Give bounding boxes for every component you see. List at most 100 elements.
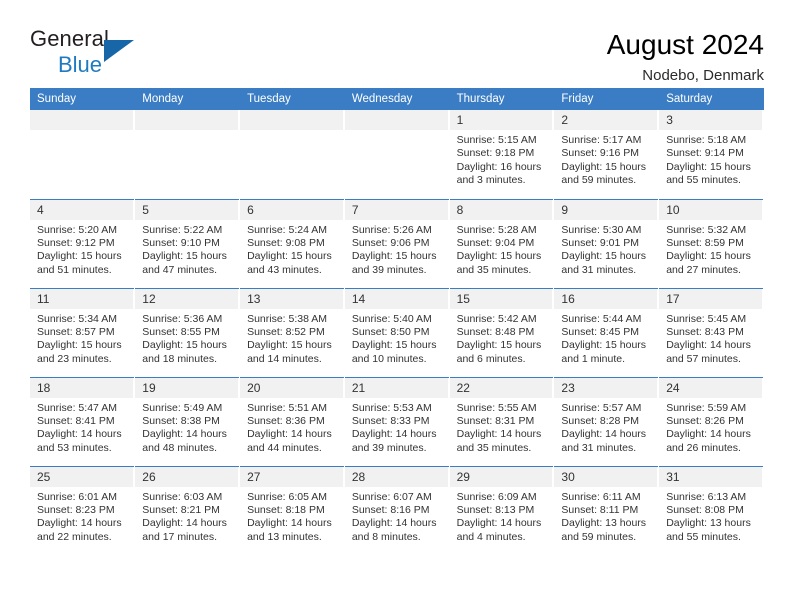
day-number: 4 [30,199,135,220]
day-detail-sunset: Sunset: 8:52 PM [247,325,325,338]
calendar-day-cell[interactable]: 30 Sunrise: 6:11 AM Sunset: 8:11 PM Dayligh… [553,465,660,555]
calendar-day-cell[interactable]: 6 Sunrise: 5:24 AM Sunset: 9:08 PM Daylight… [239,198,345,288]
calendar-day-cell[interactable]: 22 Sunrise: 5:55 AM Sunset: 8:31 PM Dayligh… [449,376,555,466]
calendar-week-row: 18 Sunrise: 5:47 AM Sunset: 8:41 PM Dayligh… [30,376,764,466]
day-detail-sunset: Sunset: 9:08 PM [247,236,325,249]
day-detail-daylight1: Daylight: 15 hours [561,339,647,352]
day-detail-daylight2: and 53 minutes. [37,441,112,454]
calendar-day-cell[interactable]: 5 Sunrise: 5:22 AM Sunset: 9:10 PM Daylight… [134,198,241,288]
page-title: August 2024 [606,29,764,60]
calendar-day-cell[interactable]: 11 Sunrise: 5:34 AM Sunset: 8:57 PM Dayligh… [30,287,136,377]
calendar-cell-empty [30,110,136,199]
calendar-day-cell[interactable]: 23 Sunrise: 5:57 AM Sunset: 8:28 PM Dayligh… [553,376,660,466]
calendar-day-cell[interactable]: 21 Sunrise: 5:53 AM Sunset: 8:33 PM Dayligh… [344,376,450,466]
calendar-day-cell[interactable]: 27 Sunrise: 6:05 AM Sunset: 8:18 PM Dayligh… [239,465,345,555]
weekday-header-monday: Monday [134,88,241,110]
calendar-day-cell[interactable]: 3 Sunrise: 5:18 AM Sunset: 9:14 PM Daylight… [658,110,764,199]
day-detail-daylight2: and 47 minutes. [142,263,217,276]
day-detail-sunset: Sunset: 8:08 PM [666,503,744,516]
day-detail-daylight2: and 35 minutes. [456,263,532,276]
day-detail-daylight2: and 31 minutes. [561,263,637,276]
calendar-page: General Blue August 2024 Nodebo, Denmark… [0,0,792,612]
calendar-day-cell[interactable]: 2 Sunrise: 5:17 AM Sunset: 9:16 PM Daylight… [553,110,660,199]
calendar-day-cell[interactable]: 28 Sunrise: 6:07 AM Sunset: 8:16 PM Dayligh… [344,465,450,555]
day-number [135,110,240,130]
calendar-day-cell[interactable]: 9 Sunrise: 5:30 AM Sunset: 9:01 PM Daylight… [553,198,660,288]
day-detail-sunset: Sunset: 8:18 PM [247,503,325,516]
calendar-table: Sunday Monday Tuesday Wednesday Thursday… [30,88,764,555]
day-number: 28 [344,466,449,487]
calendar-day-cell[interactable]: 29 Sunrise: 6:09 AM Sunset: 8:13 PM Dayligh… [449,465,555,555]
calendar-day-cell[interactable]: 19 Sunrise: 5:49 AM Sunset: 8:38 PM Dayligh… [134,376,241,466]
day-detail-sunrise: Sunrise: 5:47 AM [37,401,117,414]
calendar-day-cell[interactable]: 15 Sunrise: 5:42 AM Sunset: 8:48 PM Dayligh… [449,287,555,377]
day-number: 16 [554,288,659,309]
day-detail-sunset: Sunset: 9:06 PM [351,236,430,249]
day-detail-sunrise: Sunrise: 5:45 AM [666,312,747,325]
calendar-week-row: 11 Sunrise: 5:34 AM Sunset: 8:57 PM Dayligh… [30,287,764,377]
day-detail-sunrise: Sunrise: 5:55 AM [456,401,537,414]
day-detail-daylight2: and 8 minutes. [351,530,421,543]
day-details: Sunrise: 5:22 AM Sunset: 9:10 PM Daylight:… [135,220,239,278]
calendar-day-cell[interactable]: 25 Sunrise: 6:01 AM Sunset: 8:23 PM Dayligh… [30,465,136,555]
day-details: Sunrise: 5:47 AM Sunset: 8:41 PM Daylight:… [30,398,134,456]
day-details: Sunrise: 6:03 AM Sunset: 8:21 PM Daylight:… [135,487,239,545]
weekday-header-sunday: Sunday [30,88,136,110]
day-detail-daylight2: and 13 minutes. [247,530,322,543]
day-detail-daylight2: and 31 minutes. [561,441,637,454]
day-number: 26 [135,466,240,487]
day-detail-sunset: Sunset: 8:26 PM [666,414,744,427]
day-details: Sunrise: 5:38 AM Sunset: 8:52 PM Daylight:… [240,309,344,367]
calendar-day-cell[interactable]: 17 Sunrise: 5:45 AM Sunset: 8:43 PM Dayligh… [658,287,764,377]
day-detail-sunrise: Sunrise: 6:11 AM [561,490,641,503]
day-detail-daylight2: and 51 minutes. [37,263,112,276]
day-details: Sunrise: 5:18 AM Sunset: 9:14 PM Daylight:… [659,130,763,188]
day-detail-daylight2: and 26 minutes. [666,441,741,454]
day-detail-sunset: Sunset: 9:16 PM [561,147,640,160]
day-details: Sunrise: 5:57 AM Sunset: 8:28 PM Daylight:… [554,398,658,456]
day-detail-daylight1: Daylight: 14 hours [37,517,122,530]
general-blue-logo[interactable]: General Blue [30,28,150,80]
day-detail-daylight1: Daylight: 14 hours [37,428,122,441]
day-details: Sunrise: 5:59 AM Sunset: 8:26 PM Daylight:… [659,398,763,456]
day-detail-daylight1: Daylight: 14 hours [561,428,647,441]
calendar-day-cell[interactable]: 7 Sunrise: 5:26 AM Sunset: 9:06 PM Daylight… [344,198,450,288]
day-detail-daylight2: and 43 minutes. [247,263,322,276]
calendar-day-cell[interactable]: 31 Sunrise: 6:13 AM Sunset: 8:08 PM Dayligh… [658,465,764,555]
calendar-day-cell[interactable]: 12 Sunrise: 5:36 AM Sunset: 8:55 PM Dayligh… [134,287,241,377]
calendar-day-cell[interactable]: 16 Sunrise: 5:44 AM Sunset: 8:45 PM Dayligh… [553,287,660,377]
day-detail-sunset: Sunset: 8:45 PM [561,325,640,338]
day-detail-sunset: Sunset: 8:23 PM [37,503,115,516]
calendar-week-row: 4 Sunrise: 5:20 AM Sunset: 9:12 PM Daylight… [30,198,764,288]
calendar-day-cell[interactable]: 13 Sunrise: 5:38 AM Sunset: 8:52 PM Dayligh… [239,287,345,377]
calendar-day-cell[interactable]: 18 Sunrise: 5:47 AM Sunset: 8:41 PM Dayligh… [30,376,136,466]
calendar-day-cell[interactable]: 26 Sunrise: 6:03 AM Sunset: 8:21 PM Dayligh… [134,465,241,555]
calendar-day-cell[interactable]: 4 Sunrise: 5:20 AM Sunset: 9:12 PM Daylight… [30,198,136,288]
day-details: Sunrise: 5:17 AM Sunset: 9:16 PM Daylight:… [554,130,658,188]
day-detail-daylight1: Daylight: 15 hours [37,339,122,352]
day-detail-daylight1: Daylight: 15 hours [561,160,647,173]
day-detail-sunrise: Sunrise: 5:51 AM [247,401,328,414]
calendar-day-cell[interactable]: 24 Sunrise: 5:59 AM Sunset: 8:26 PM Dayligh… [658,376,764,466]
day-number: 5 [135,199,240,220]
day-number [30,110,135,130]
day-detail-daylight2: and 59 minutes. [561,530,637,543]
day-detail-daylight1: Daylight: 15 hours [351,339,437,352]
day-detail-daylight1: Daylight: 15 hours [247,339,332,352]
day-details: Sunrise: 5:26 AM Sunset: 9:06 PM Daylight:… [345,220,449,278]
calendar-day-cell[interactable]: 14 Sunrise: 5:40 AM Sunset: 8:50 PM Dayligh… [344,287,450,377]
day-details: Sunrise: 5:55 AM Sunset: 8:31 PM Daylight:… [450,398,554,456]
calendar-day-cell[interactable]: 1 Sunrise: 5:15 AM Sunset: 9:18 PM Daylight… [449,110,555,199]
weekday-header-thursday: Thursday [449,88,555,110]
day-detail-daylight2: and 4 minutes. [456,530,526,543]
calendar-day-cell[interactable]: 10 Sunrise: 5:32 AM Sunset: 8:59 PM Dayligh… [658,198,764,288]
calendar-day-cell[interactable]: 20 Sunrise: 5:51 AM Sunset: 8:36 PM Dayligh… [239,376,345,466]
day-details: Sunrise: 5:32 AM Sunset: 8:59 PM Daylight:… [659,220,763,278]
day-detail-daylight2: and 55 minutes. [666,174,741,187]
day-detail-sunset: Sunset: 9:04 PM [456,236,535,249]
calendar-day-cell[interactable]: 8 Sunrise: 5:28 AM Sunset: 9:04 PM Daylight… [449,198,555,288]
day-detail-sunset: Sunset: 8:43 PM [666,325,744,338]
day-detail-sunrise: Sunrise: 6:13 AM [666,490,747,503]
weekday-header-wednesday: Wednesday [344,88,450,110]
weekday-header-tuesday: Tuesday [239,88,345,110]
